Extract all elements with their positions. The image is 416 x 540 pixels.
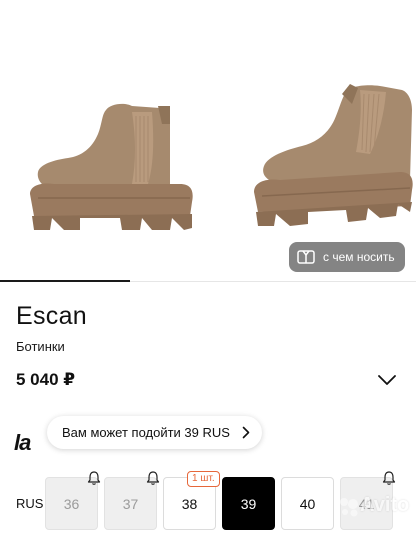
product-photo-gallery[interactable]: с чем носить xyxy=(0,0,416,282)
bell-icon[interactable] xyxy=(87,470,101,486)
size-option-label: 40 xyxy=(299,495,316,512)
size-option-40[interactable]: 40 xyxy=(281,477,334,530)
size-suggestion-text: Вам может подойти 39 RUS xyxy=(62,425,230,440)
brand-logo: la xyxy=(14,430,31,455)
product-price: 5 040 ₽ xyxy=(16,370,76,389)
hanger-icon xyxy=(295,246,317,268)
size-option-label: 37 xyxy=(122,495,139,512)
product-category: Ботинки xyxy=(16,339,65,354)
outfit-suggestions-label: с чем носить xyxy=(323,250,395,264)
chevron-down-icon[interactable] xyxy=(377,373,397,387)
boot-photo-right xyxy=(254,84,413,226)
size-suggestion-pill[interactable]: Вам может подойти 39 RUS xyxy=(47,416,262,449)
size-option-label: 38 xyxy=(181,495,198,512)
gallery-position-indicator xyxy=(0,280,130,282)
product-brand[interactable]: Escan xyxy=(16,302,87,331)
outfit-suggestions-button[interactable]: с чем носить xyxy=(289,242,405,272)
chevron-right-icon xyxy=(242,426,250,439)
boot-photo-left xyxy=(30,103,193,230)
bell-icon[interactable] xyxy=(146,470,160,486)
avito-logo-icon xyxy=(340,498,358,517)
size-option-label: 36 xyxy=(63,495,80,512)
size-system-label: RUS xyxy=(16,496,44,511)
bell-icon[interactable] xyxy=(382,470,396,486)
watermark-text: Avito xyxy=(360,494,410,516)
size-option-39[interactable]: 39 xyxy=(222,477,275,530)
avito-watermark: Avito xyxy=(338,488,416,524)
size-option-label: 39 xyxy=(240,495,257,512)
stock-count-badge: 1 шт. xyxy=(187,471,220,487)
gallery-track xyxy=(130,281,416,282)
